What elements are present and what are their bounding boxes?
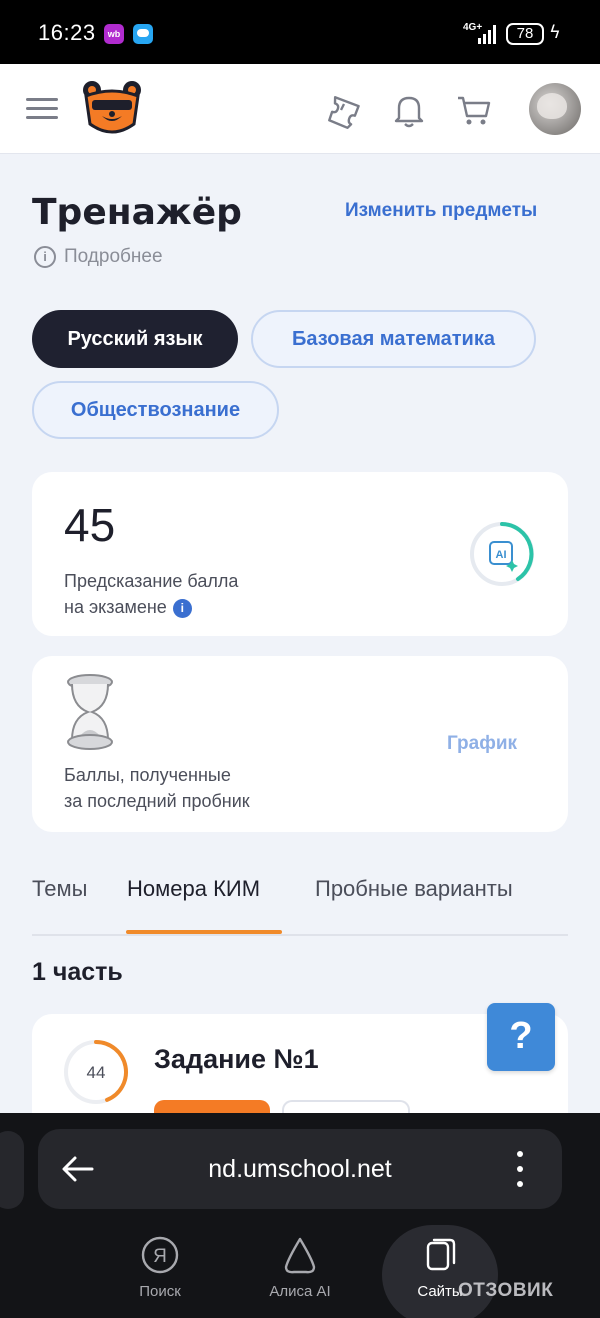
- subject-chip-math[interactable]: Базовая математика: [251, 310, 536, 368]
- cart-icon[interactable]: [454, 90, 494, 130]
- task-title: Задание №1: [154, 1044, 319, 1074]
- watermark: ОТЗОВИК: [458, 1280, 554, 1301]
- tabs-bar: Темы Номера КИМ Пробные варианты: [32, 870, 568, 936]
- last-test-card: Баллы, полученные за последний пробник Г…: [32, 656, 568, 832]
- svg-text:Я: Я: [153, 1246, 167, 1267]
- subject-chip-russian[interactable]: Русский язык: [32, 310, 238, 368]
- help-button[interactable]: ?: [487, 1003, 555, 1071]
- tab-topics[interactable]: Темы: [32, 876, 87, 902]
- tabs-icon: [426, 1238, 456, 1271]
- bear-logo[interactable]: [80, 78, 144, 138]
- task-progress-value: 44: [87, 1063, 106, 1082]
- nav-search-label: Поиск: [139, 1283, 181, 1300]
- yandex-icon: Я: [141, 1236, 179, 1274]
- predicted-score-label: Предсказание балла на экзамене i: [64, 568, 304, 620]
- info-icon: i: [34, 246, 56, 268]
- details-link[interactable]: i Подробнее: [34, 246, 163, 268]
- last-test-label: Баллы, полученные за последний пробник: [64, 762, 324, 814]
- nav-alice-label: Алиса AI: [269, 1283, 331, 1300]
- subject-chip-social[interactable]: Обществознание: [32, 381, 279, 439]
- hourglass-icon: [67, 674, 113, 750]
- signal-icon: [478, 24, 500, 44]
- prediction-card: 45 Предсказание балла на экзамене i AI: [32, 472, 568, 636]
- bell-icon[interactable]: [389, 90, 429, 130]
- tab-kim-numbers[interactable]: Номера КИМ: [127, 876, 260, 902]
- section-title: 1 часть: [32, 958, 123, 986]
- alice-icon: [284, 1237, 316, 1274]
- predicted-score: 45: [64, 499, 116, 551]
- url-text[interactable]: nd.umschool.net: [38, 1155, 562, 1184]
- graph-link[interactable]: График: [447, 733, 517, 755]
- ai-badge-label: AI: [496, 549, 507, 561]
- info-icon[interactable]: i: [172, 598, 192, 618]
- app-header: [0, 64, 600, 154]
- nav-sites[interactable]: [385, 1235, 495, 1279]
- message-notification-icon: [133, 24, 153, 44]
- last-test-label-line1: Баллы, полученные: [64, 765, 231, 785]
- menu-icon[interactable]: [26, 98, 58, 120]
- tab-practice-variants[interactable]: Пробные варианты: [315, 876, 513, 902]
- predicted-score-label-line2: на экзамене: [64, 597, 167, 617]
- avatar[interactable]: [529, 83, 581, 135]
- address-bar[interactable]: nd.umschool.net: [38, 1129, 562, 1209]
- charging-icon: ϟ: [549, 22, 561, 43]
- task-progress-ring: 44: [64, 1040, 128, 1104]
- ai-prediction-icon[interactable]: AI: [468, 520, 536, 588]
- change-subjects-link[interactable]: Изменить предметы: [345, 200, 537, 222]
- active-tab-indicator: [126, 930, 282, 934]
- more-options-icon[interactable]: [516, 1151, 524, 1187]
- status-bar: 16:23 wb 4G+ 78 ϟ: [0, 0, 600, 64]
- page-title: Тренажёр: [32, 192, 242, 233]
- predicted-score-label-line1: Предсказание балла: [64, 571, 239, 591]
- battery-icon: 78: [506, 23, 544, 45]
- last-test-label-line2: за последний пробник: [64, 791, 250, 811]
- previous-tab-handle[interactable]: [0, 1131, 24, 1209]
- nav-alice[interactable]: [245, 1235, 355, 1279]
- status-time: 16:23: [38, 20, 96, 45]
- wildberries-notification-icon: wb: [104, 24, 124, 44]
- ticket-icon[interactable]: [325, 90, 365, 130]
- nav-search[interactable]: Я: [105, 1235, 215, 1279]
- details-label: Подробнее: [64, 246, 163, 267]
